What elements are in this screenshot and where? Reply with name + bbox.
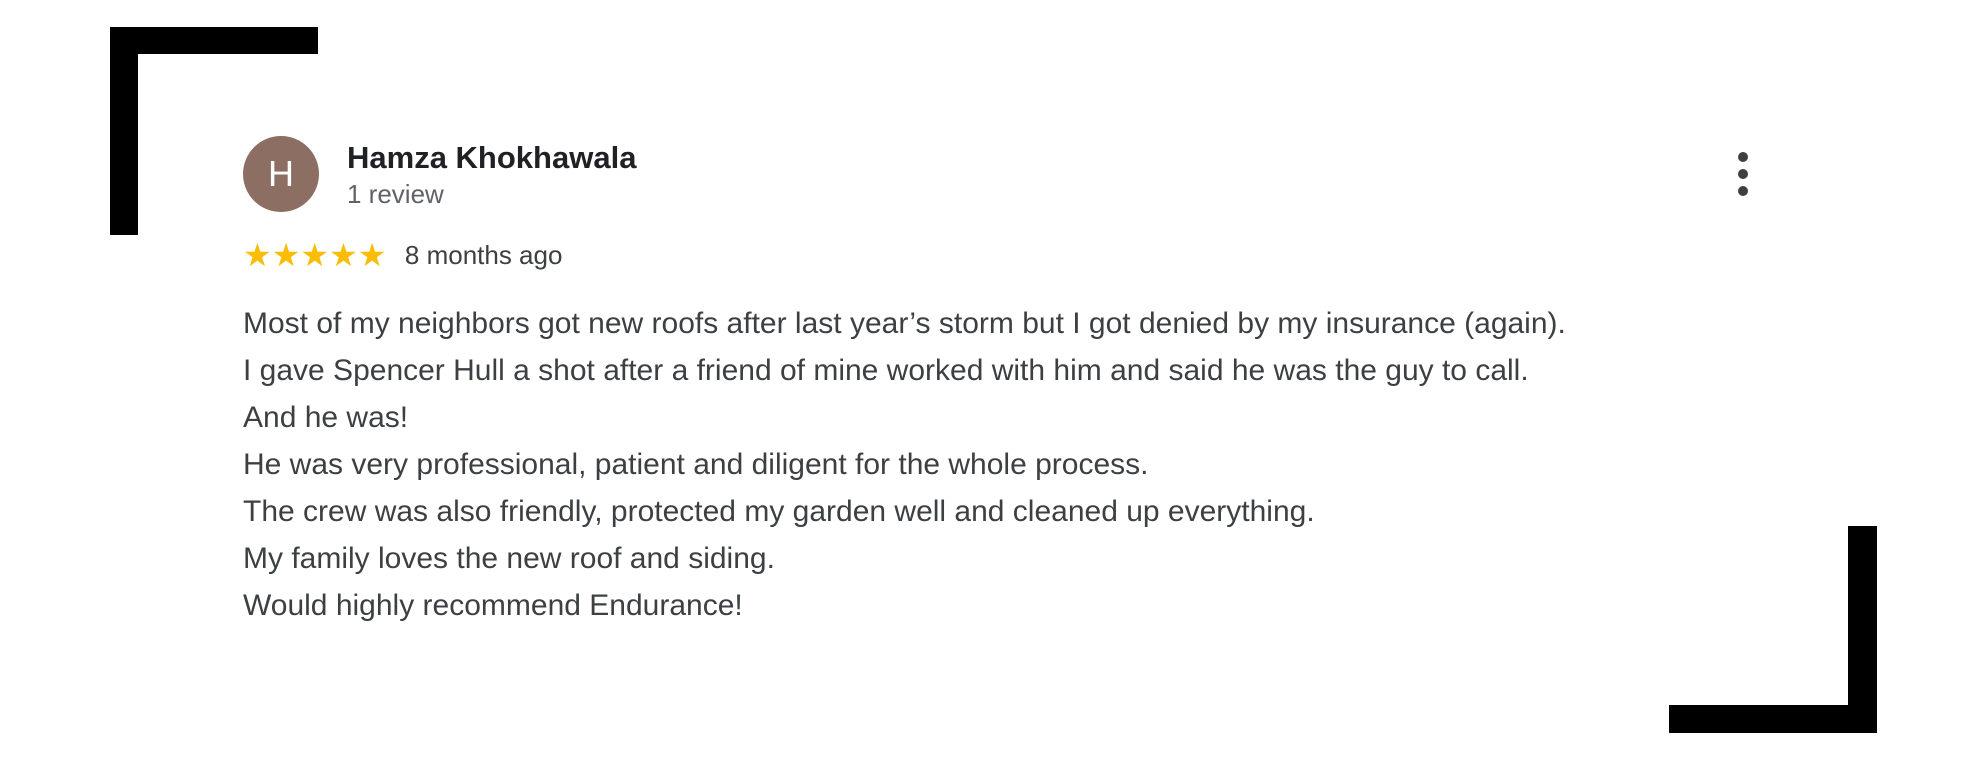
review-body-line: He was very professional, patient and di… — [243, 448, 1149, 481]
rating-row: ★★★★★ 8 months ago — [243, 237, 562, 273]
avatar[interactable]: H — [243, 136, 319, 212]
star-rating-icon: ★★★★★ — [243, 236, 387, 274]
frame-corner-bottom-right-vertical — [1848, 526, 1877, 733]
frame-corner-top-left-horizontal — [110, 27, 318, 54]
more-dot — [1738, 186, 1748, 196]
more-vert-icon[interactable] — [1728, 152, 1758, 196]
frame-corner-top-left-vertical — [110, 27, 138, 235]
more-dot — [1738, 169, 1748, 179]
review-body-line: I gave Spencer Hull a shot after a frien… — [243, 354, 1529, 387]
review-body-line: Most of my neighbors got new roofs after… — [243, 307, 1566, 340]
review-body-line: And he was! — [243, 401, 409, 434]
review-body-line: Would highly recommend Endurance! — [243, 589, 743, 622]
review-body: Most of my neighbors got new roofs after… — [243, 300, 1743, 629]
review-body-line: The crew was also friendly, protected my… — [243, 495, 1315, 528]
review-body-line: My family loves the new roof and siding. — [243, 542, 775, 575]
review-count: 1 review — [347, 179, 444, 209]
more-dot — [1738, 152, 1748, 162]
review-date: 8 months ago — [404, 240, 563, 270]
frame-corner-bottom-right-horizontal — [1669, 705, 1877, 733]
author-name[interactable]: Hamza Khokhawala — [347, 140, 636, 176]
